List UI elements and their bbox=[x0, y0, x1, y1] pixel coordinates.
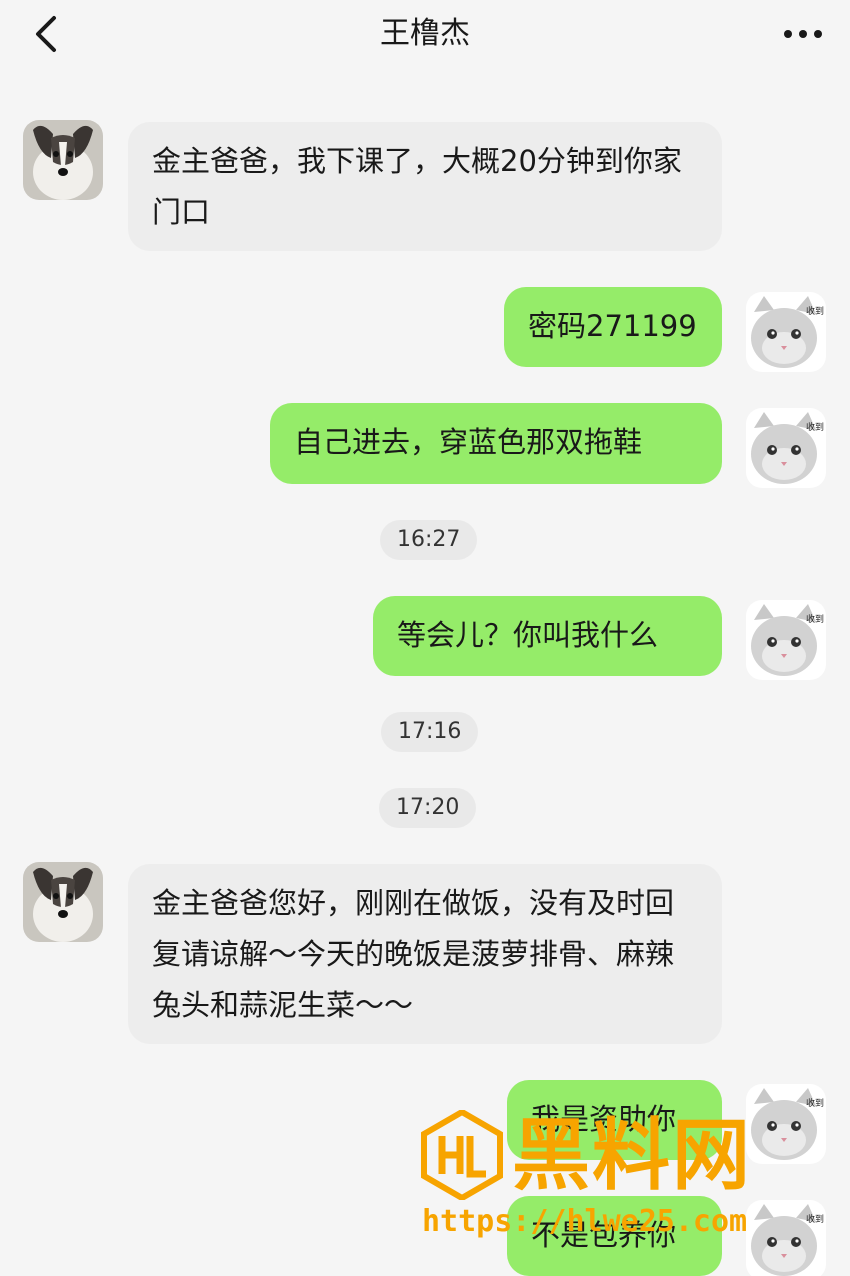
timestamp: 17:16 bbox=[381, 712, 479, 752]
chat-header: 王橹杰 bbox=[0, 0, 850, 70]
contact-avatar[interactable] bbox=[23, 120, 103, 200]
dog-avatar-icon bbox=[23, 862, 103, 942]
sticker-caption: 收到 bbox=[806, 305, 824, 317]
message-bubble-incoming[interactable]: 金主爸爸，我下课了，大概20分钟到你家门口 bbox=[128, 122, 722, 251]
cat-sticker-icon: 收到 bbox=[746, 600, 826, 680]
cat-sticker-icon: 收到 bbox=[746, 1200, 826, 1276]
cat-sticker-icon: 收到 bbox=[746, 408, 826, 488]
message-bubble-outgoing[interactable]: 自己进去，穿蓝色那双拖鞋 bbox=[270, 403, 722, 484]
cat-sticker-icon: 收到 bbox=[746, 1084, 826, 1164]
message-bubble-outgoing[interactable]: 不是包养你 bbox=[507, 1196, 722, 1276]
sticker-avatar[interactable]: 收到 bbox=[746, 1200, 826, 1276]
cat-sticker-icon: 收到 bbox=[746, 292, 826, 372]
message-bubble-incoming[interactable]: 金主爸爸您好，刚刚在做饭，没有及时回复请谅解～今天的晚饭是菠萝排骨、麻辣兔头和蒜… bbox=[128, 864, 722, 1044]
sticker-avatar[interactable]: 收到 bbox=[746, 600, 826, 680]
sticker-caption: 收到 bbox=[806, 1097, 824, 1109]
sticker-caption: 收到 bbox=[806, 613, 824, 625]
message-bubble-outgoing[interactable]: 密码271199 bbox=[504, 287, 722, 367]
more-horizontal-icon bbox=[784, 30, 822, 38]
message-bubble-outgoing[interactable]: 我是资助你 bbox=[507, 1080, 722, 1160]
more-options-button[interactable] bbox=[780, 14, 826, 54]
sticker-caption: 收到 bbox=[806, 1213, 824, 1225]
sticker-avatar[interactable]: 收到 bbox=[746, 292, 826, 372]
chat-title: 王橹杰 bbox=[380, 16, 470, 51]
sticker-avatar[interactable]: 收到 bbox=[746, 1084, 826, 1164]
message-bubble-outgoing[interactable]: 等会儿？你叫我什么 bbox=[373, 596, 722, 676]
sticker-avatar[interactable]: 收到 bbox=[746, 408, 826, 488]
timestamp: 16:27 bbox=[380, 520, 478, 560]
watermark-logo-icon bbox=[421, 1110, 503, 1200]
sticker-caption: 收到 bbox=[806, 421, 824, 433]
timestamp: 17:20 bbox=[379, 788, 477, 828]
contact-avatar[interactable] bbox=[23, 862, 103, 942]
dog-avatar-icon bbox=[23, 120, 103, 200]
